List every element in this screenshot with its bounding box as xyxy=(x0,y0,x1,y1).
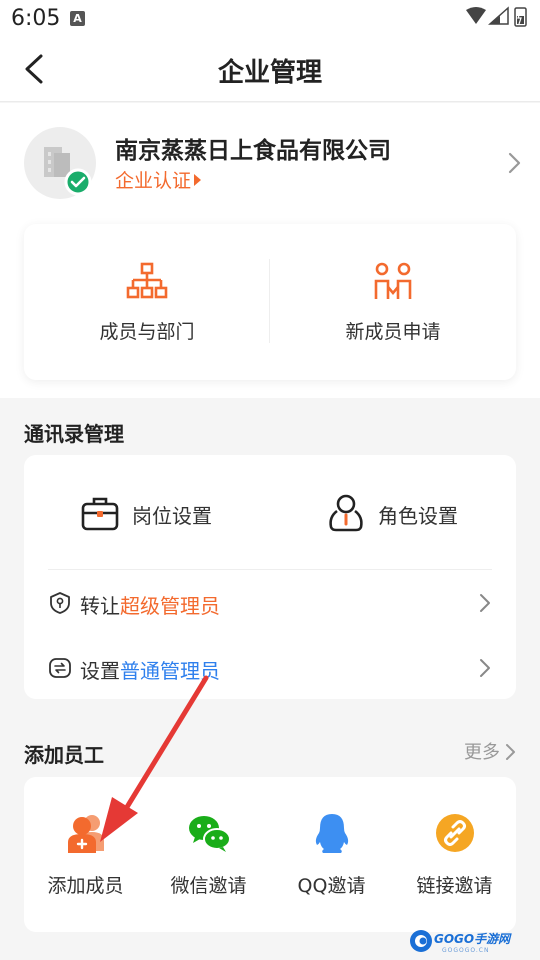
org-chart-icon xyxy=(126,262,168,299)
link-invite-button[interactable]: 链接邀请 xyxy=(393,777,516,932)
wechat-invite-button[interactable]: 微信邀请 xyxy=(147,777,270,932)
verified-badge-icon xyxy=(64,168,92,196)
shield-icon xyxy=(50,592,70,614)
set-regular-admin-text: 设置普通管理员 xyxy=(80,659,220,683)
add-member-button[interactable]: 添加成员 xyxy=(24,777,147,932)
verify-label: 企业认证 xyxy=(115,170,192,192)
status-icons xyxy=(466,6,527,27)
qq-penguin-icon xyxy=(315,814,349,853)
contacts-card: 岗位设置 角色设置 转让超级管理员 设置普通管理员 xyxy=(24,455,516,699)
chevron-right-icon xyxy=(506,744,515,760)
position-settings-button[interactable]: 岗位设置 xyxy=(80,489,250,537)
super-admin-highlight: 超级管理员 xyxy=(120,594,220,618)
wifi-icon xyxy=(466,7,486,24)
company-name: 南京蒸蒸日上食品有限公司 xyxy=(115,138,391,164)
add-member-icon xyxy=(68,815,104,853)
position-settings-label: 岗位设置 xyxy=(132,504,212,528)
switch-icon xyxy=(49,658,71,678)
company-info-row[interactable]: 南京蒸蒸日上食品有限公司 企业认证 xyxy=(24,127,524,199)
chevron-right-icon xyxy=(508,152,521,174)
staff-card: 添加成员 微信邀请 QQ邀请 链接邀请 xyxy=(24,777,516,932)
company-avatar xyxy=(24,127,96,199)
role-settings-label: 角色设置 xyxy=(378,504,458,528)
page-title: 企业管理 xyxy=(217,58,322,88)
staff-section-title: 添加员工 xyxy=(24,743,104,767)
card-divider xyxy=(48,569,492,570)
transfer-super-admin-text: 转让超级管理员 xyxy=(80,594,220,618)
members-departments-label: 成员与部门 xyxy=(99,321,195,343)
chevron-right-icon xyxy=(480,659,490,677)
building-icon xyxy=(44,147,92,196)
wechat-icon xyxy=(189,816,231,852)
transfer-super-admin-row[interactable]: 转让超级管理员 xyxy=(48,583,492,623)
members-departments-button[interactable]: 成员与部门 xyxy=(24,224,270,380)
chevron-right-icon xyxy=(480,594,490,612)
watermark: GOGO手游网 GOGOGO.CN xyxy=(408,923,540,960)
person-icon xyxy=(329,494,363,532)
regular-admin-highlight: 普通管理员 xyxy=(120,659,220,683)
qq-invite-button[interactable]: QQ邀请 xyxy=(270,777,393,932)
company-verify-link[interactable]: 企业认证 xyxy=(115,166,202,193)
new-member-applications-label: 新成员申请 xyxy=(345,321,441,343)
status-bar: 6:05 A xyxy=(0,0,540,36)
add-member-label: 添加成员 xyxy=(47,875,124,897)
wechat-invite-label: 微信邀请 xyxy=(170,875,247,897)
role-settings-button[interactable]: 角色设置 xyxy=(326,489,496,537)
quick-actions-card: 成员与部门 新成员申请 xyxy=(24,224,516,380)
watermark-logo-icon xyxy=(410,930,432,952)
contacts-section-title: 通讯录管理 xyxy=(24,422,124,446)
new-member-applications-button[interactable]: 新成员申请 xyxy=(270,224,516,380)
watermark-sub: GOGOGO.CN xyxy=(442,947,490,954)
company-section: 南京蒸蒸日上食品有限公司 企业认证 成员与部门 新成员申请 xyxy=(0,103,540,398)
notification-icon: A xyxy=(70,11,85,26)
watermark-text: GOGO手游网 xyxy=(434,932,511,946)
status-time: 6:05 xyxy=(11,6,61,31)
app-header: 企业管理 xyxy=(0,36,540,102)
link-invite-label: 链接邀请 xyxy=(416,875,493,897)
people-link-icon xyxy=(374,262,412,299)
caret-right-icon xyxy=(194,174,202,186)
more-label: 更多 xyxy=(464,742,500,763)
briefcase-icon xyxy=(81,497,119,531)
more-link[interactable]: 更多 xyxy=(464,738,516,764)
qq-invite-label: QQ邀请 xyxy=(297,875,366,897)
set-regular-admin-row[interactable]: 设置普通管理员 xyxy=(48,648,492,688)
link-icon xyxy=(436,814,474,852)
